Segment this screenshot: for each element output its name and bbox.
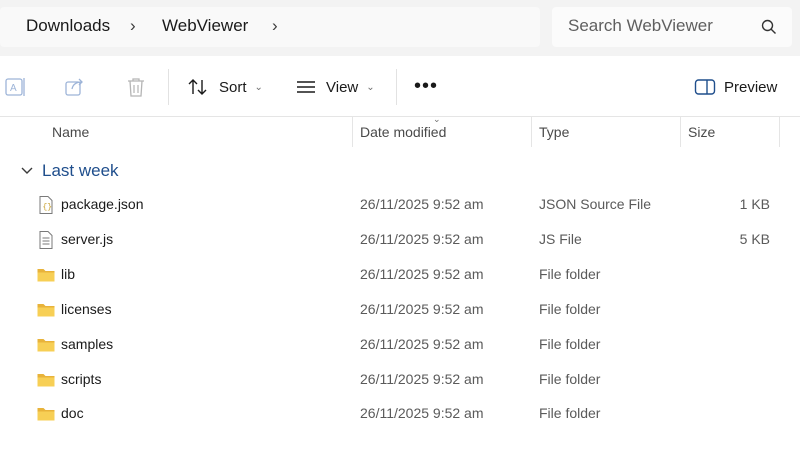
file-date: 26/11/2025 9:52 am [360,336,484,352]
file-date: 26/11/2025 9:52 am [360,301,484,317]
file-name: server.js [61,231,114,247]
file-row[interactable]: server.js 26/11/2025 9:52 am JS File 5 K… [0,223,800,257]
sort-indicator-icon: ⌄ [433,114,441,124]
column-resize-handle[interactable] [680,117,681,147]
file-size: 5 KB [739,231,770,247]
file-row[interactable]: {} package.json 26/11/2025 9:52 am JSON … [0,188,800,222]
file-row[interactable]: licenses 26/11/2025 9:52 am File folder [0,293,800,327]
file-row[interactable]: samples 26/11/2025 9:52 am File folder [0,328,800,362]
delete-icon[interactable] [124,76,148,98]
file-date: 26/11/2025 9:52 am [360,371,484,387]
file-name: scripts [61,371,102,387]
js-file-icon [39,231,53,249]
column-header-date[interactable]: Date modified [360,124,446,140]
folder-icon [37,339,55,352]
json-file-icon: {} [39,196,53,214]
file-date: 26/11/2025 9:52 am [360,266,484,282]
file-type: File folder [539,266,601,282]
folder-icon [37,408,55,421]
file-size: 1 KB [739,196,770,212]
chevron-down-icon: ⌄ [254,81,263,93]
chevron-down-icon: ⌄ [366,81,375,93]
preview-button[interactable]: Preview [694,74,777,100]
group-header-last-week[interactable]: Last week [20,158,119,184]
chevron-right-icon[interactable]: › [272,16,278,36]
share-icon[interactable] [63,76,87,98]
file-date: 26/11/2025 9:52 am [360,231,484,247]
address-bar-region: Downloads › WebViewer › Search WebViewer [0,0,800,56]
file-row[interactable]: lib 26/11/2025 9:52 am File folder [0,258,800,292]
rename-icon[interactable]: A [4,76,28,98]
breadcrumb-item-downloads[interactable]: Downloads [26,16,110,36]
file-name: lib [61,266,76,282]
preview-pane-icon [694,79,716,95]
folder-icon [37,269,55,282]
command-bar: A Sort ⌄ View ⌄ ••• Preview [0,57,800,117]
file-row[interactable]: scripts 26/11/2025 9:52 am File folder [0,363,800,397]
breadcrumb[interactable]: Downloads › WebViewer › [0,7,540,47]
svg-text:A: A [10,83,17,94]
preview-label: Preview [724,78,778,96]
column-resize-handle[interactable] [779,117,780,147]
file-type: File folder [539,371,601,387]
file-name: samples [61,336,114,352]
group-label: Last week [42,161,119,180]
file-name: package.json [61,196,144,212]
folder-icon [37,374,55,387]
toolbar-separator [168,69,169,105]
file-name: licenses [61,301,112,317]
file-type: File folder [539,301,601,317]
file-date: 26/11/2025 9:52 am [360,196,484,212]
chevron-right-icon[interactable]: › [130,16,136,36]
toolbar-separator [396,69,397,105]
search-icon[interactable] [760,18,778,36]
file-type: File folder [539,405,601,421]
column-header-size[interactable]: Size [688,124,715,140]
breadcrumb-item-webviewer[interactable]: WebViewer [162,16,248,36]
svg-text:{}: {} [43,203,53,212]
search-box[interactable]: Search WebViewer [552,7,792,47]
column-header-name[interactable]: Name [52,124,89,140]
file-type: File folder [539,336,601,352]
column-resize-handle[interactable] [352,117,353,147]
file-type: JS File [539,231,582,247]
chevron-down-icon[interactable] [20,166,34,176]
view-icon [297,81,315,93]
column-resize-handle[interactable] [531,117,532,147]
view-label: View [326,78,359,96]
sort-icon [188,79,207,95]
folder-icon [37,304,55,317]
file-type: JSON Source File [539,196,652,212]
search-input[interactable]: Search WebViewer [568,16,713,36]
more-options-button[interactable]: ••• [414,75,438,98]
sort-label: Sort [219,78,247,96]
column-header-row: Name Date modified Type Size [0,117,800,147]
file-row[interactable]: doc 26/11/2025 9:52 am File folder [0,397,800,431]
view-button[interactable]: View ⌄ [296,74,375,100]
sort-button[interactable]: Sort ⌄ [187,74,263,100]
column-header-type[interactable]: Type [539,124,569,140]
file-date: 26/11/2025 9:52 am [360,405,484,421]
file-name: doc [61,405,84,421]
